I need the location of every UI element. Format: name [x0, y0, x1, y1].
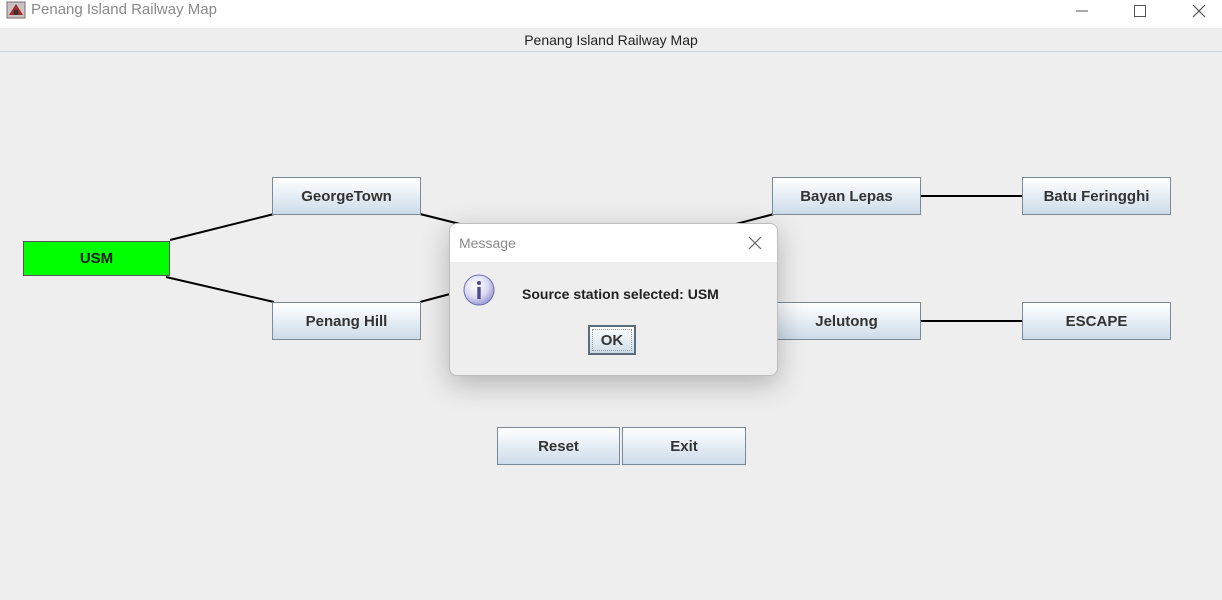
station-batu-feringghi-button[interactable]: Batu Feringghi: [1022, 177, 1171, 215]
dialog-message: Source station selected: USM: [522, 286, 719, 302]
station-escape-button[interactable]: ESCAPE: [1022, 302, 1171, 340]
message-dialog: Message Source station selected: USM OK: [449, 223, 778, 376]
close-icon: [748, 236, 762, 250]
station-usm-button[interactable]: USM: [23, 241, 170, 276]
dialog-title: Message: [459, 235, 516, 251]
station-penang-hill-button[interactable]: Penang Hill: [272, 302, 421, 340]
ok-button[interactable]: OK: [588, 325, 636, 355]
line-usm-georgetown: [169, 213, 275, 241]
exit-button[interactable]: Exit: [622, 427, 746, 465]
station-georgetown-button[interactable]: GeorgeTown: [272, 177, 421, 215]
information-icon: [463, 274, 497, 308]
dialog-close-button[interactable]: [744, 233, 766, 253]
station-bayan-lepas-button[interactable]: Bayan Lepas: [772, 177, 921, 215]
station-jelutong-button[interactable]: Jelutong: [772, 302, 921, 340]
dialog-titlebar: Message: [450, 224, 777, 262]
line-usm-penang-hill: [165, 276, 275, 303]
line-penanghill-center: [419, 293, 451, 303]
reset-button[interactable]: Reset: [497, 427, 620, 465]
